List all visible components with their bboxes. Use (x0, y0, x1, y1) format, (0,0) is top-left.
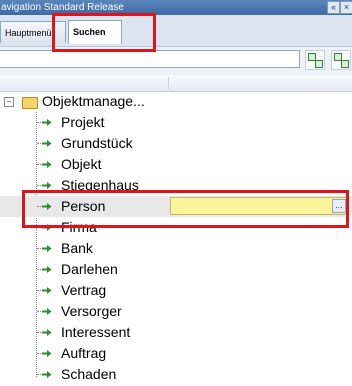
browse-button[interactable]: ... (332, 199, 346, 213)
tab-suchen-label: Suchen (73, 27, 106, 37)
tree-item-auftrag[interactable]: Auftrag (0, 343, 352, 364)
add-node-icon[interactable] (305, 50, 325, 70)
close-icon[interactable]: × (340, 1, 352, 14)
arrow-right-icon (42, 308, 52, 315)
search-input[interactable] (0, 50, 300, 68)
tree-item-stiegenhaus[interactable]: Stiegenhaus (0, 175, 352, 196)
tree-item-versorger[interactable]: Versorger (0, 301, 352, 322)
tab-suchen[interactable]: Suchen (68, 20, 122, 44)
tree-item-vertrag[interactable]: Vertrag (0, 280, 352, 301)
tree-item-grundst-ck[interactable]: Grundstück (0, 133, 352, 154)
person-search-field[interactable]: ... (170, 197, 348, 215)
tab-bar: Hauptmenü Suchen (0, 15, 352, 46)
arrow-right-icon (42, 224, 52, 231)
tree-item-label: Person (61, 198, 106, 214)
arrow-right-icon (42, 140, 52, 147)
arrow-right-icon (42, 371, 52, 378)
tree-item-label: Darlehen (61, 261, 118, 277)
arrow-right-icon (42, 329, 52, 336)
arrow-right-icon (42, 119, 52, 126)
tree-item-label: Projekt (61, 114, 105, 130)
tree-view-icon[interactable] (331, 50, 351, 70)
arrow-right-icon (42, 182, 52, 189)
tree-item-label: Grundstück (61, 135, 133, 151)
tree-item-objekt[interactable]: Objekt (0, 154, 352, 175)
tree-root[interactable]: Objektmanage... (0, 91, 352, 112)
tree-item-label: Bank (61, 240, 93, 256)
tab-hauptmenu-label: Hauptmenü (5, 28, 52, 38)
tree-root-label: Objektmanage... (42, 93, 145, 109)
arrow-right-icon (42, 350, 52, 357)
collapse-left-icon[interactable]: « (327, 1, 340, 14)
tree-item-projekt[interactable]: Projekt (0, 112, 352, 133)
tree-item-label: Stiegenhaus (61, 177, 139, 193)
tree-item-interessent[interactable]: Interessent (0, 322, 352, 343)
tree-item-label: Vertrag (61, 282, 107, 298)
arrow-right-icon (42, 287, 52, 294)
tree-item-label: Auftrag (61, 345, 107, 361)
column-separator[interactable] (168, 77, 169, 89)
tree-item-label: Schaden (61, 366, 117, 382)
column-header (0, 75, 352, 92)
arrow-right-icon (42, 245, 52, 252)
arrow-right-icon (42, 266, 52, 273)
tree-item-label: Firma (61, 219, 97, 235)
tab-hauptmenu[interactable]: Hauptmenü (0, 21, 66, 43)
title-bar: avigation Standard Release « × (0, 0, 352, 15)
tree-item-schaden[interactable]: Schaden (0, 364, 352, 385)
tree-item-bank[interactable]: Bank (0, 238, 352, 259)
tree-item-label: Interessent (61, 324, 131, 340)
tree-item-darlehen[interactable]: Darlehen (0, 259, 352, 280)
window-title: avigation Standard Release (1, 2, 124, 13)
tree-item-firma[interactable]: Firma (0, 217, 352, 238)
toolbar (0, 46, 352, 75)
tree-item-label: Versorger (61, 303, 122, 319)
arrow-right-icon (42, 203, 52, 210)
tree-item-label: Objekt (61, 156, 102, 172)
arrow-right-icon (42, 161, 52, 168)
